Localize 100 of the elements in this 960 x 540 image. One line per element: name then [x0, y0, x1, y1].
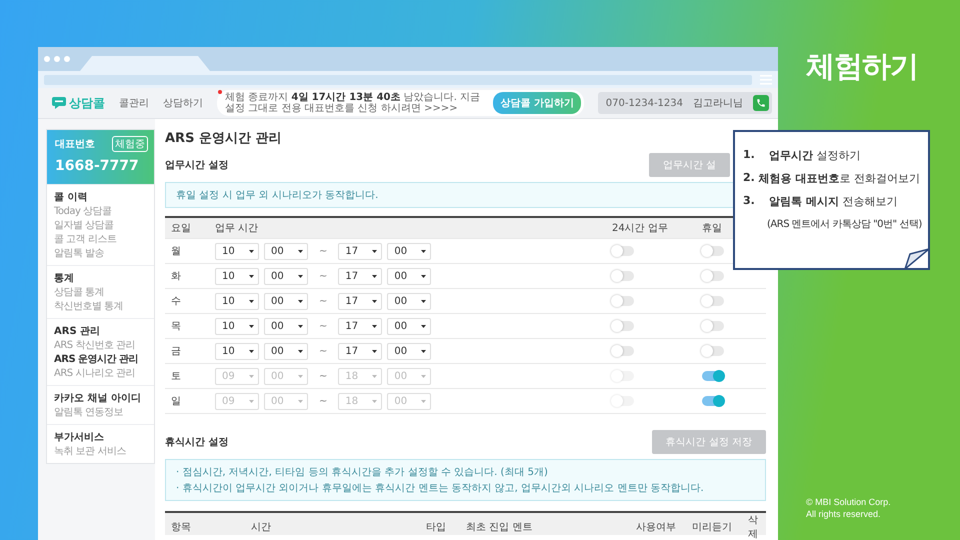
time-select[interactable]: 00	[387, 242, 432, 260]
rep-number: 1668-7777	[55, 158, 140, 174]
time-select[interactable]: 17	[338, 292, 382, 310]
time-select[interactable]: 17	[338, 342, 382, 360]
sidebar-item[interactable]: ARS 착신번호 관리	[54, 339, 147, 352]
time-select[interactable]: 00	[387, 342, 432, 360]
time-select[interactable]: 17	[338, 318, 382, 334]
toggle-switch[interactable]	[702, 246, 724, 256]
sidebar-item[interactable]: ARS 운영시간 관리	[54, 353, 147, 366]
nav-link[interactable]: 콜관리	[119, 96, 149, 110]
sidebar-item[interactable]: Today 상담콜	[54, 205, 147, 218]
caret-icon	[249, 350, 254, 352]
step-number: 1.	[743, 148, 756, 163]
chat-bubble-icon	[52, 97, 66, 109]
address-bar[interactable]	[44, 74, 752, 84]
time-select[interactable]: 00	[387, 292, 432, 310]
time-select[interactable]: 17	[338, 242, 382, 260]
caret-icon	[372, 324, 378, 328]
time-select[interactable]: 17	[338, 268, 382, 284]
time-select[interactable]: 00	[264, 292, 308, 310]
alert-dot-icon	[218, 90, 222, 94]
toggle-switch[interactable]	[612, 321, 634, 331]
section-heading: 업무시간 설정	[165, 159, 228, 172]
column-header: 타입	[426, 521, 447, 534]
range-separator: ~	[319, 296, 328, 306]
sidebar-section-title: 콜 이력	[54, 191, 88, 204]
range-separator: ~	[319, 370, 328, 382]
sidebar-item[interactable]: 콜 고객 리스트	[54, 233, 147, 246]
time-select[interactable]: 10	[215, 242, 259, 260]
time-select[interactable]: 00	[387, 318, 432, 334]
sidebar-item[interactable]: 녹취 보관 서비스	[54, 445, 147, 458]
time-select[interactable]: 10	[215, 318, 259, 334]
time-select[interactable]: 00	[264, 242, 308, 260]
time-select[interactable]: 10	[215, 268, 259, 284]
range-separator: ~	[319, 246, 328, 256]
caret-icon	[249, 324, 254, 328]
note-text: (ARS 멘트에서 카톡상담 "0번" 선택)	[766, 218, 920, 231]
caret-icon	[249, 250, 254, 252]
sidebar-section-title: 카카오 채널 아이디	[54, 392, 142, 405]
toggle-switch[interactable]	[702, 346, 724, 356]
caret-icon	[421, 250, 426, 252]
toggle-switch[interactable]	[702, 271, 724, 281]
time-select[interactable]: 00	[387, 268, 432, 284]
caret-icon	[421, 274, 426, 278]
sidebar-item[interactable]: 착신번호별 통계	[54, 300, 147, 313]
page-title: ARS 운영시간 관리	[165, 130, 282, 147]
toggle-switch[interactable]	[612, 396, 634, 406]
day-label: 토	[171, 370, 182, 383]
column-header: 시간	[251, 521, 272, 534]
range-separator: ~	[319, 346, 328, 356]
caret-icon	[249, 274, 254, 278]
toggle-switch[interactable]	[702, 396, 724, 406]
caret-icon	[298, 250, 303, 252]
copyright-text: All rights reserved.	[806, 508, 882, 520]
info-text: · 휴식시간이 업무시간 외이거나 휴무일에는 휴식시간 멘트는 동작하지 않고, 업무시간외 시나리오 멘트만 동작합니다.	[176, 482, 704, 495]
column-header: 사용여부	[636, 521, 677, 534]
time-select[interactable]: 00	[264, 268, 308, 284]
toggle-switch[interactable]	[612, 296, 634, 306]
column-header: 삭제	[748, 514, 759, 540]
sidebar-item[interactable]: ARS 시나리오 관리	[54, 367, 147, 380]
time-select[interactable]: 00	[264, 342, 308, 360]
sidebar-item[interactable]: 일자별 상담콜	[54, 219, 147, 232]
sidebar-section-title: 부가서비스	[54, 431, 105, 444]
sidebar-item[interactable]: 알림톡 연동정보	[54, 406, 147, 419]
caret-icon	[298, 300, 303, 302]
time-select[interactable]: 10	[215, 342, 259, 360]
time-select[interactable]: 10	[215, 292, 259, 310]
range-separator: ~	[319, 270, 328, 282]
call-button[interactable]	[753, 95, 769, 111]
caret-icon	[298, 324, 303, 328]
toggle-switch[interactable]	[612, 371, 634, 381]
toggle-switch[interactable]	[702, 296, 724, 306]
column-header: 항목	[171, 521, 192, 534]
sidebar-item[interactable]: 상담콜 통계	[54, 286, 147, 299]
toggle-switch[interactable]	[612, 346, 634, 356]
toggle-switch[interactable]	[702, 321, 724, 331]
toggle-switch[interactable]	[612, 246, 634, 256]
user-name[interactable]: 김고라니님	[693, 96, 743, 110]
step-text: 체험용 대표번호로 전화걸어보기	[758, 171, 920, 186]
caret-icon	[298, 374, 303, 378]
caret-icon	[372, 300, 378, 302]
toggle-switch[interactable]	[702, 371, 724, 381]
sidebar-item[interactable]: 알림톡 발송	[54, 247, 147, 260]
caret-icon	[421, 374, 426, 378]
range-separator: ~	[319, 396, 328, 406]
day-label: 목	[171, 320, 182, 333]
step-text: 업무시간 설정하기	[769, 148, 860, 163]
info-text: 휴일 설정 시 업무 외 시나리오가 동작합니다.	[176, 189, 378, 202]
caret-icon	[372, 400, 378, 402]
nav-link[interactable]: 상담하기	[163, 96, 203, 110]
column-header: 최초 진입 멘트	[466, 521, 534, 534]
time-select[interactable]: 00	[264, 318, 308, 334]
sidebar-section-title: ARS 관리	[54, 325, 102, 338]
caret-icon	[372, 374, 378, 378]
caret-icon	[249, 300, 254, 302]
caret-icon	[421, 400, 426, 402]
toggle-switch[interactable]	[612, 271, 634, 281]
caret-icon	[372, 274, 378, 278]
day-label: 금	[171, 345, 182, 358]
step-text: 알림톡 메시지 전송해보기	[769, 194, 898, 209]
